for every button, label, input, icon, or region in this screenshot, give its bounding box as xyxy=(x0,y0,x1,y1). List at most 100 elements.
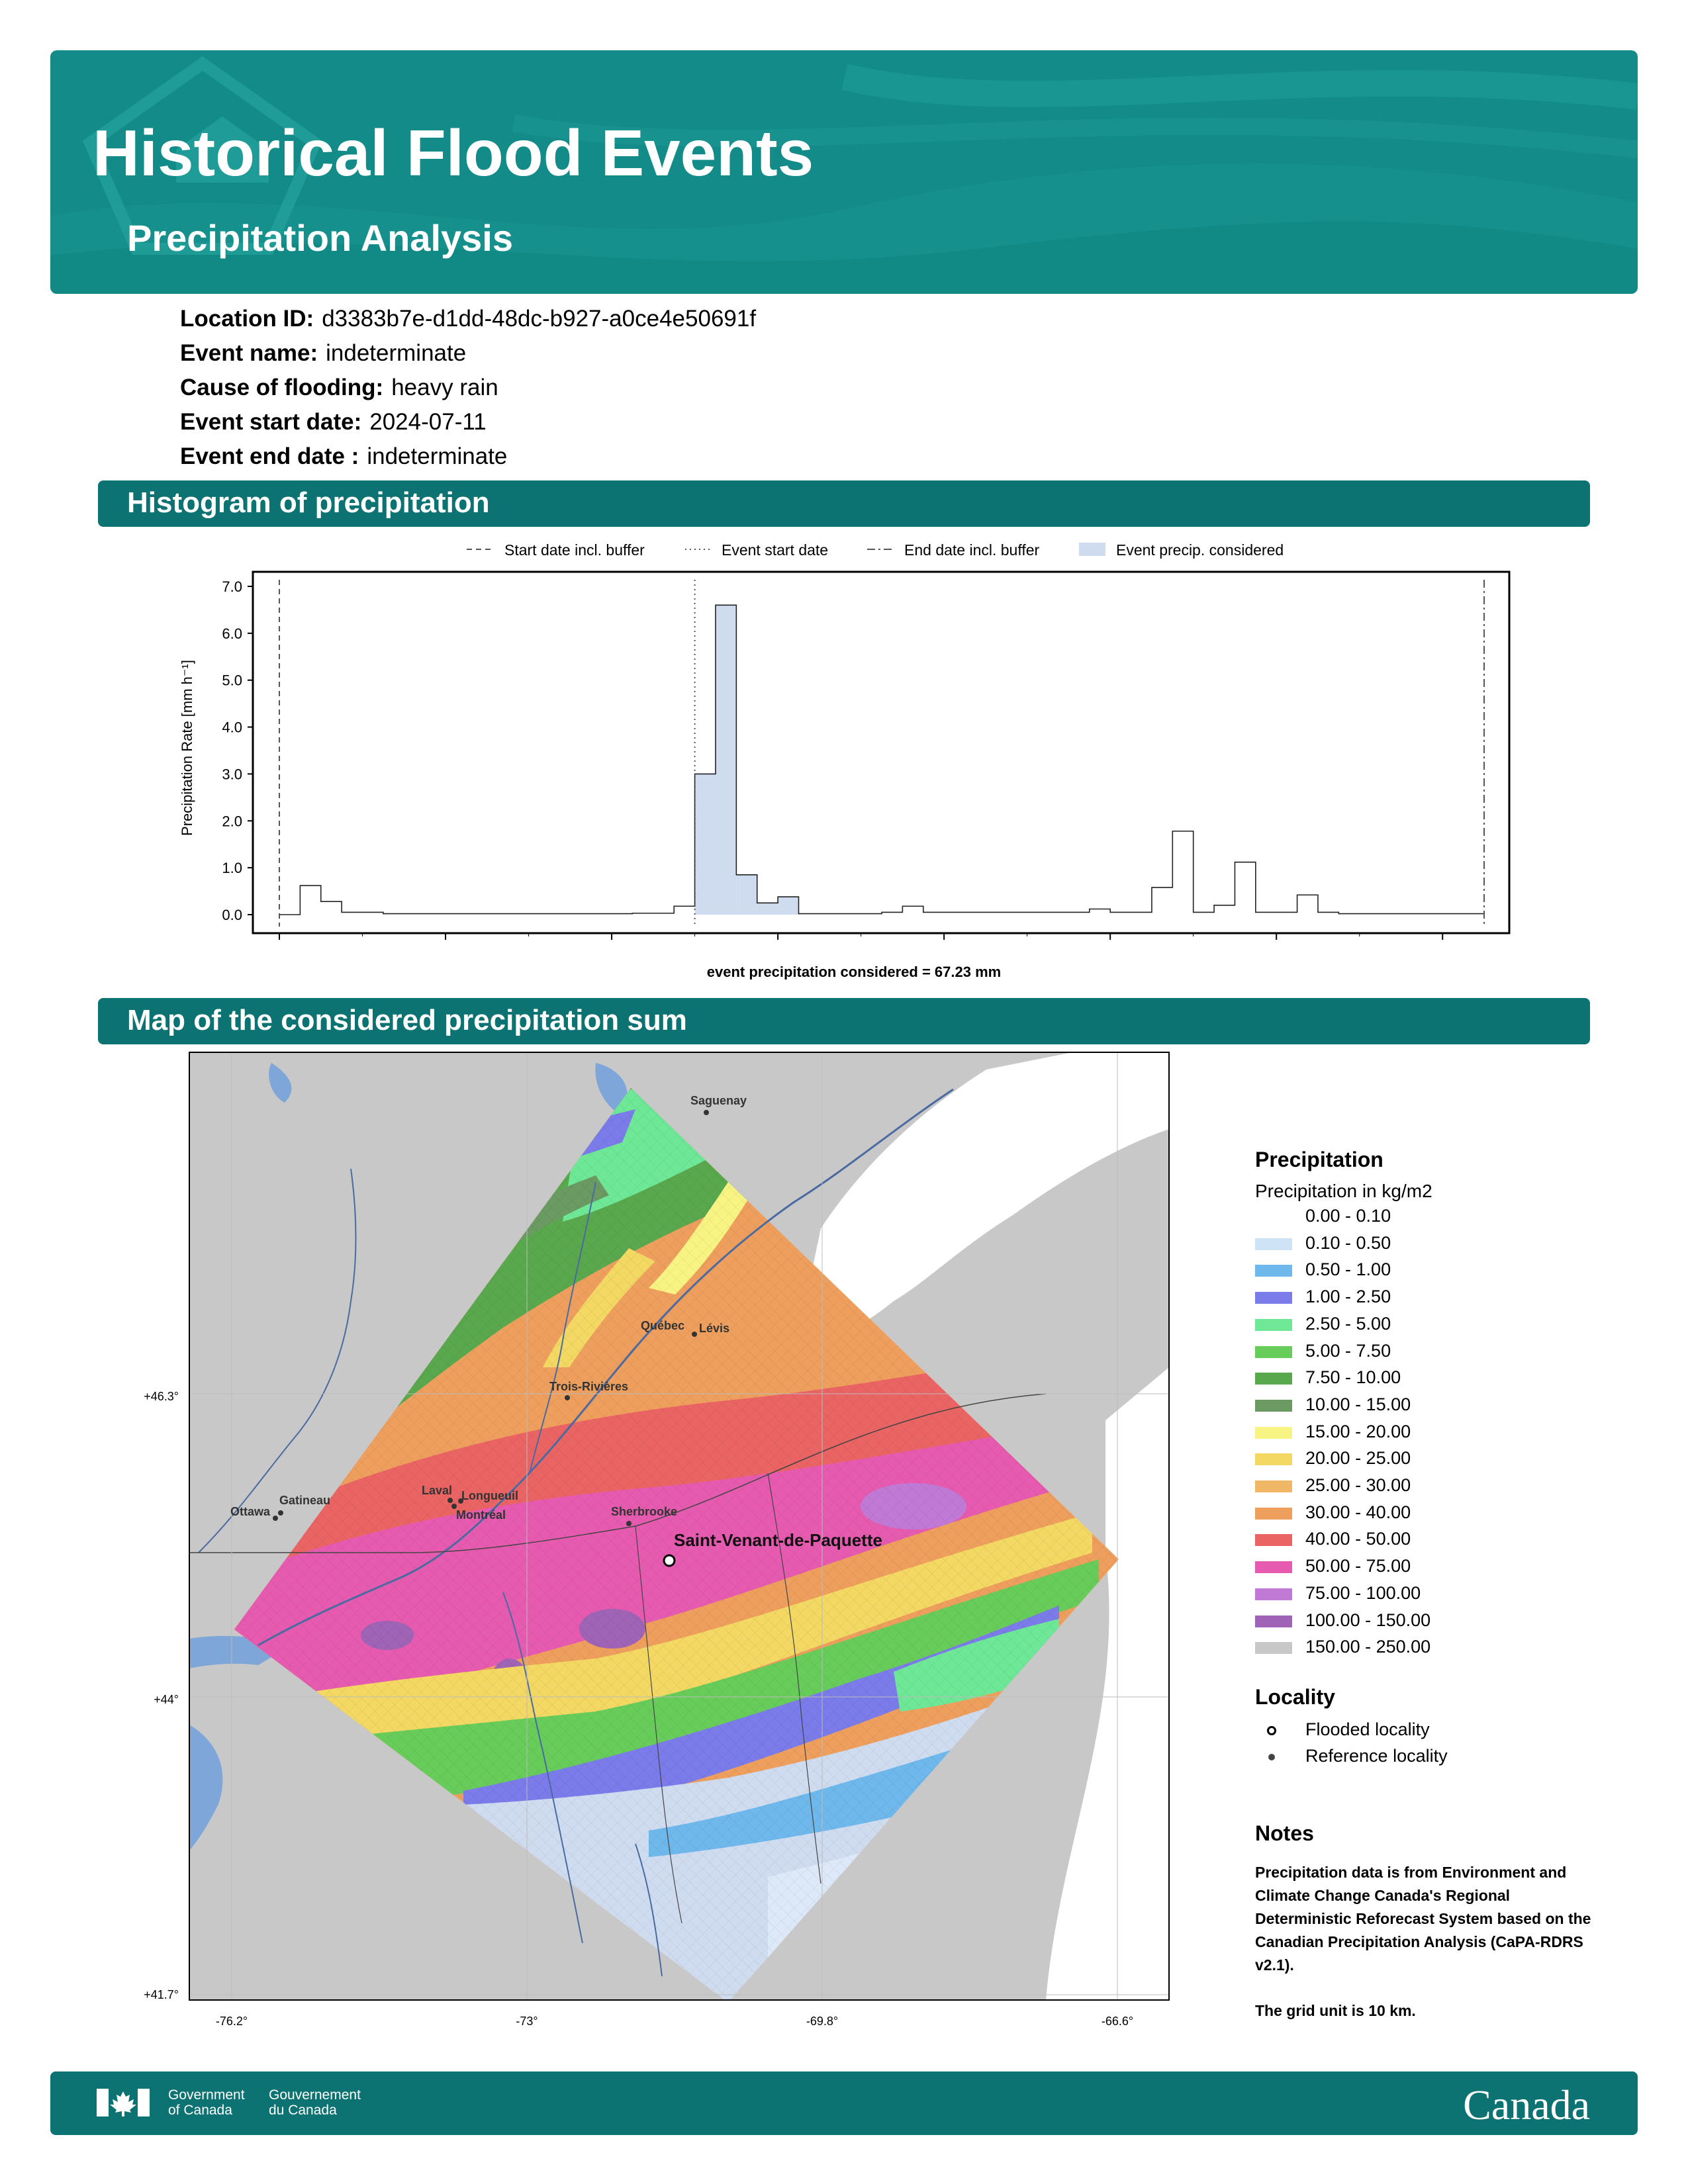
info-end-date: Event end date : indeterminate xyxy=(180,443,507,470)
notes-title: Notes xyxy=(1255,1821,1314,1845)
city-label-sherbrooke: Sherbrooke xyxy=(611,1505,677,1518)
legend-item-label: 5.00 - 7.50 xyxy=(1305,1340,1391,1361)
legend-item-label: 0.00 - 0.10 xyxy=(1305,1206,1391,1226)
legend-swatch xyxy=(1255,1507,1292,1520)
y-tick-label: 3.0 xyxy=(222,766,242,782)
y-axis-ticks: 0.0 1.0 2.0 3.0 4.0 5.0 6.0 7.0 xyxy=(222,578,253,923)
legend-swatch xyxy=(1255,1399,1292,1412)
gov-en-line2: of Canada xyxy=(168,2103,232,2118)
info-label: Event name: xyxy=(180,340,318,366)
city-label-levis: Lévis xyxy=(699,1322,729,1335)
histogram-step-outline xyxy=(279,604,1485,915)
city-marker-saguenay xyxy=(704,1110,709,1115)
y-tick-label: 1.0 xyxy=(222,860,242,876)
canada-flag-icon xyxy=(97,2089,150,2116)
y-tick-label: 7.0 xyxy=(222,578,242,595)
legend-item-label: 10.00 - 15.00 xyxy=(1305,1394,1411,1414)
city-label-trois-rivieres: Trois-Rivières xyxy=(549,1380,628,1393)
legend-item-label: 0.10 - 0.50 xyxy=(1305,1232,1391,1253)
gov-fr-line2: du Canada xyxy=(269,2103,337,2118)
city-label-laval: Laval xyxy=(422,1484,452,1497)
legend-item-label: 50.00 - 75.00 xyxy=(1305,1556,1411,1576)
gov-fr: Gouvernement du Canada xyxy=(269,2087,361,2118)
histogram-bar xyxy=(1235,862,1255,915)
histogram-bar xyxy=(902,906,923,915)
info-value: d3383b7e-d1dd-48dc-b927-a0ce4e50691f xyxy=(322,306,757,332)
info-label: Cause of flooding: xyxy=(180,375,384,400)
info-value: heavy rain xyxy=(391,375,498,400)
lat-label: +44° xyxy=(154,1693,179,1706)
precipitation-histogram: Start date incl. buffer Event start date… xyxy=(179,541,1511,979)
city-label-longueuil: Longueuil xyxy=(461,1489,518,1502)
city-marker-quebec xyxy=(692,1332,697,1337)
info-label: Location ID: xyxy=(180,306,314,332)
legend-swatch xyxy=(1255,1480,1292,1492)
legend-considered-swatch xyxy=(1079,543,1105,556)
flooded-locality-text: Flooded locality xyxy=(1305,1719,1430,1739)
y-tick-label: 5.0 xyxy=(222,672,242,689)
info-value: indeterminate xyxy=(326,340,467,366)
y-tick-label: 2.0 xyxy=(222,813,242,829)
notes-paragraph-grid: The grid unit is 10 km. xyxy=(1255,2002,1416,2019)
legend-swatch xyxy=(1255,1238,1292,1250)
legend-item-label: 100.00 - 150.00 xyxy=(1305,1610,1431,1630)
info-value: 2024-07-11 xyxy=(369,409,487,435)
lat-label: +41.7° xyxy=(144,1988,179,2001)
city-marker-ottawa xyxy=(273,1516,278,1521)
lon-label: -69.8° xyxy=(806,2015,838,2028)
histogram-bar xyxy=(1152,887,1172,915)
legend-title: Precipitation xyxy=(1255,1148,1383,1171)
legend-swatch xyxy=(1255,1453,1292,1466)
histogram-bars xyxy=(279,604,1485,915)
page-subtitle: Precipitation Analysis xyxy=(127,217,513,259)
info-label: Event end date : xyxy=(180,443,359,469)
legend-swatch xyxy=(1255,1292,1292,1304)
map-canvas: Saguenay Québec Lévis Trois-Rivières Gat… xyxy=(189,1052,1169,2000)
precip-total-annotation: event precipitation considered = 67.23 m… xyxy=(707,964,1001,979)
city-marker-gatineau xyxy=(278,1510,283,1516)
legend-swatch xyxy=(1255,1561,1292,1574)
legend-item-label: 2.50 - 5.00 xyxy=(1305,1313,1391,1334)
city-marker-trois-rivieres xyxy=(565,1395,570,1400)
legend-item-label: 75.00 - 100.00 xyxy=(1305,1582,1421,1603)
legend-start-buffer-label: Start date incl. buffer xyxy=(504,541,645,559)
legend-subtitle: Precipitation in kg/m2 xyxy=(1255,1181,1432,1201)
legend-swatch xyxy=(1255,1426,1292,1439)
legend-swatch xyxy=(1255,1642,1292,1655)
legend-item-label: 15.00 - 20.00 xyxy=(1305,1421,1411,1441)
gov-en-line1: Government xyxy=(168,2087,245,2103)
section-histogram-title: Histogram of precipitation xyxy=(98,480,1590,527)
histogram-bar xyxy=(1172,831,1193,915)
reference-lines xyxy=(279,580,1485,927)
histogram-bar xyxy=(1090,909,1110,915)
y-tick-label: 4.0 xyxy=(222,719,242,736)
flooded-locality-label: Saint-Venant-de-Paquette xyxy=(674,1530,882,1550)
histogram-bar xyxy=(321,901,342,915)
legend-item-label: 40.00 - 50.00 xyxy=(1305,1529,1411,1549)
histogram-bar xyxy=(715,605,737,915)
legend-item-label: 7.50 - 10.00 xyxy=(1305,1367,1401,1388)
plot-frame xyxy=(252,570,1511,934)
reference-locality-icon xyxy=(1268,1754,1275,1760)
legend-item-label: 150.00 - 250.00 xyxy=(1305,1637,1431,1657)
legend-swatch xyxy=(1255,1211,1292,1223)
page-title: Historical Flood Events xyxy=(93,116,814,189)
legend-considered-label: Event precip. considered xyxy=(1116,541,1284,559)
legend-swatch xyxy=(1255,1265,1292,1277)
legend-swatch xyxy=(1255,1345,1292,1358)
y-tick-label: 0.0 xyxy=(222,907,242,923)
histogram-bar xyxy=(736,874,757,915)
notes-paragraph-source: Precipitation data is from Environment a… xyxy=(1255,1864,1591,1974)
info-location-id: Location ID: d3383b7e-d1dd-48dc-b927-a0ce… xyxy=(180,306,756,332)
city-marker-sherbrooke xyxy=(626,1521,632,1526)
legend-swatch xyxy=(1255,1318,1292,1331)
info-label: Event start date: xyxy=(180,409,362,435)
gov-en: Government of Canada xyxy=(168,2087,245,2118)
histogram-bar xyxy=(778,897,799,915)
y-axis-label: Precipitation Rate [mm h⁻¹] xyxy=(179,660,195,836)
legend-item-label: 25.00 - 30.00 xyxy=(1305,1475,1411,1495)
legend-item-label: 20.00 - 25.00 xyxy=(1305,1448,1411,1469)
reference-locality-text: Reference locality xyxy=(1305,1746,1448,1766)
lon-label: -66.6° xyxy=(1102,2015,1133,2028)
legend-swatch xyxy=(1255,1373,1292,1385)
